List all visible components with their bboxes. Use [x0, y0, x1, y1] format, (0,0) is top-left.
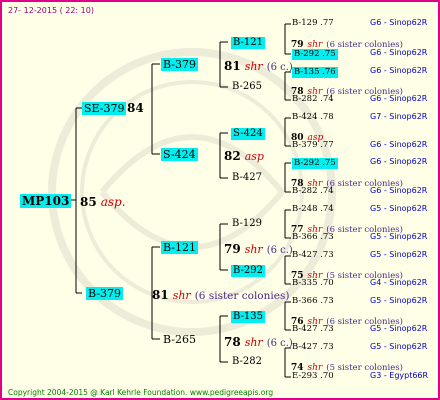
gen5-source: G6 - Sinop62R — [370, 94, 428, 103]
gen5-source: G7 - Sinop62R — [370, 112, 428, 121]
gen5-source: G6 - Sinop62R — [370, 48, 428, 57]
gen5-id[interactable]: B-366 .73 — [292, 297, 334, 306]
gen5-id[interactable]: E-293 .70 — [292, 372, 334, 381]
node-se-379[interactable]: SE-379 — [82, 102, 127, 115]
node-b-265[interactable]: B-265 — [163, 334, 196, 345]
g4-b-135[interactable]: B-135 — [231, 311, 265, 323]
gen5-id[interactable]: B-335 .70 — [292, 279, 334, 288]
gen5-id[interactable]: B-282 .74 — [292, 95, 334, 104]
gen5-source: G5 - Sinop62R — [370, 232, 428, 241]
gen5-source: G5 - Sinop62R — [370, 342, 428, 351]
g4-b-427[interactable]: B-427 — [232, 173, 262, 183]
g4-b-121[interactable]: B-121 — [231, 37, 265, 49]
node-se-379-sire: 84 — [127, 101, 144, 115]
node-s-424-sire: 82 asp — [224, 149, 264, 163]
node-b-121-sire: 79 shr (6 c.) — [224, 242, 293, 256]
gen5-id[interactable]: B-135 .76 — [292, 67, 338, 78]
gen5-id[interactable]: B-427 .73 — [292, 325, 334, 334]
gen5-source: G6 - Sinop62R — [370, 18, 428, 27]
gen5-source: G5 - Sinop62R — [370, 250, 428, 259]
node-b-265-sire: 78 shr (6 c.) — [224, 335, 293, 349]
gen5-source: G6 - Sinop62R — [370, 66, 428, 75]
gen5-id[interactable]: B-424 .78 — [292, 113, 334, 122]
gen5-source: G4 - Sinop62R — [370, 278, 428, 287]
gen5-source: G6 - Sinop62R — [370, 140, 428, 149]
node-b-121[interactable]: B-121 — [161, 241, 198, 254]
gen5-id[interactable]: B-427 .73 — [292, 251, 334, 260]
node-b-379-g3-sire: 81 shr (6 c.) — [224, 59, 293, 73]
gen5-id[interactable]: B-129 .77 — [292, 19, 334, 28]
g4-b-129[interactable]: B-129 — [232, 219, 262, 229]
sire-species: asp. — [100, 195, 126, 209]
gen5-id[interactable]: B-248 .74 — [292, 205, 334, 214]
gen5-id[interactable]: B-282 .74 — [292, 187, 334, 196]
gen5-id[interactable]: B-366 .73 — [292, 233, 334, 242]
gen5-source: G5 - Sinop62R — [370, 296, 428, 305]
gen5-source: G6 - Sinop62R — [370, 186, 428, 195]
node-b-379-sire: 81 shr (6 sister colonies) — [152, 288, 290, 302]
gen5-source: G5 - Sinop62R — [370, 204, 428, 213]
g4-b-282[interactable]: B-282 — [232, 357, 262, 367]
gen5-id[interactable]: B-379 .77 — [292, 141, 334, 150]
gen5-id[interactable]: B-427 .73 — [292, 343, 334, 352]
sire-id: 85 — [80, 195, 97, 209]
g4-s-424[interactable]: S-424 — [231, 128, 265, 140]
gen5-id[interactable]: B-292 .75 — [292, 49, 338, 60]
gen5-source: G6 - Sinop62R — [370, 157, 428, 166]
node-s-424[interactable]: S-424 — [161, 148, 198, 161]
gen5-source: G5 - Sinop62R — [370, 324, 428, 333]
gen5-source: G3 - Egypt66R — [370, 371, 429, 380]
queen-mp103[interactable]: MP103 — [20, 194, 72, 208]
gen5-id[interactable]: B-292 .75 — [292, 158, 338, 169]
node-b-379[interactable]: B-379 — [86, 287, 123, 300]
queen-mp103-parent-info: 85 asp. — [80, 194, 126, 210]
node-b-379-g3[interactable]: B-379 — [161, 58, 198, 71]
g4-b-292[interactable]: B-292 — [231, 265, 265, 277]
g4-b-265[interactable]: B-265 — [232, 82, 262, 92]
pedigree-frame: 27- 12-2015 ( 22: 10) Copyright 2004-201… — [0, 0, 440, 400]
